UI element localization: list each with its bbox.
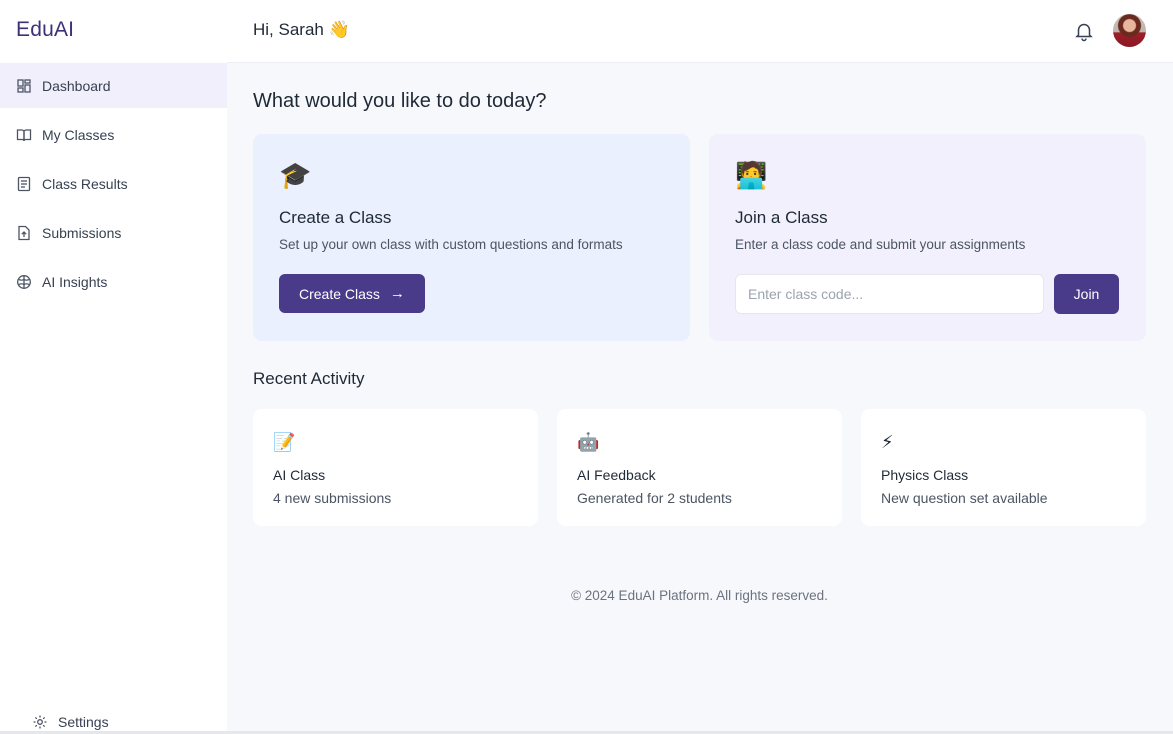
book-icon: [16, 127, 32, 143]
brain-icon: [16, 274, 32, 290]
activity-subtitle: New question set available: [881, 490, 1048, 506]
gear-icon: [32, 714, 48, 730]
sidebar-item-label: Submissions: [42, 224, 122, 241]
activity-title: Physics Class: [881, 467, 969, 483]
brand-logo[interactable]: EduAI: [16, 18, 74, 42]
avatar[interactable]: [1113, 14, 1146, 47]
create-class-description: Set up your own class with custom questi…: [279, 237, 623, 252]
technologist-icon: 🧑‍💻: [735, 160, 768, 190]
activity-card[interactable]: 📝 AI Class 4 new submissions: [253, 409, 538, 526]
sidebar-item-dashboard[interactable]: Dashboard: [0, 63, 227, 108]
activity-card[interactable]: ⚡ Physics Class New question set availab…: [861, 409, 1146, 526]
footer-text: © 2024 EduAI Platform. All rights reserv…: [571, 588, 828, 603]
sidebar-item-my-classes[interactable]: My Classes: [0, 112, 227, 157]
join-class-title: Join a Class: [735, 208, 828, 227]
class-code-input[interactable]: [735, 274, 1044, 314]
activity-title: AI Class: [273, 467, 326, 483]
settings-label: Settings: [58, 714, 109, 730]
sidebar-item-class-results[interactable]: Class Results: [0, 161, 227, 206]
sidebar: EduAI Dashboard My Classes Class Results…: [0, 0, 227, 734]
create-class-card: 🎓 Create a Class Set up your own class w…: [253, 134, 690, 341]
sidebar-item-label: Dashboard: [42, 77, 111, 94]
sidebar-item-label: AI Insights: [42, 273, 108, 290]
dashboard-icon: [16, 78, 32, 94]
document-icon: [16, 176, 32, 192]
lightning-icon: ⚡: [881, 432, 894, 452]
greeting-text: Hi, Sarah 👋: [253, 20, 350, 39]
page-title: What would you like to do today?: [253, 90, 547, 112]
join-class-card: 🧑‍💻 Join a Class Enter a class code and …: [709, 134, 1146, 341]
create-class-button-label: Create Class: [299, 285, 380, 302]
sidebar-item-settings[interactable]: Settings: [32, 714, 109, 730]
sidebar-item-ai-insights[interactable]: AI Insights: [0, 259, 227, 304]
join-class-description: Enter a class code and submit your assig…: [735, 237, 1026, 252]
upload-file-icon: [16, 225, 32, 241]
sidebar-item-label: My Classes: [42, 126, 115, 143]
top-bar: Hi, Sarah 👋: [227, 0, 1173, 63]
robot-icon: 🤖: [577, 432, 600, 452]
recent-activity-title: Recent Activity: [253, 369, 365, 388]
memo-icon: 📝: [273, 432, 296, 452]
activity-subtitle: 4 new submissions: [273, 490, 392, 506]
join-button[interactable]: Join: [1054, 274, 1119, 314]
activity-title: AI Feedback: [577, 467, 656, 483]
activity-card[interactable]: 🤖 AI Feedback Generated for 2 students: [557, 409, 842, 526]
arrow-right-icon: →: [389, 285, 405, 302]
create-class-button[interactable]: Create Class →: [279, 274, 425, 313]
activity-subtitle: Generated for 2 students: [577, 490, 732, 506]
sidebar-nav: Dashboard My Classes Class Results Submi…: [0, 63, 227, 308]
create-class-title: Create a Class: [279, 208, 392, 227]
sidebar-item-submissions[interactable]: Submissions: [0, 210, 227, 255]
bell-icon[interactable]: [1073, 20, 1095, 42]
graduation-cap-icon: 🎓: [279, 160, 312, 190]
sidebar-item-label: Class Results: [42, 175, 128, 192]
